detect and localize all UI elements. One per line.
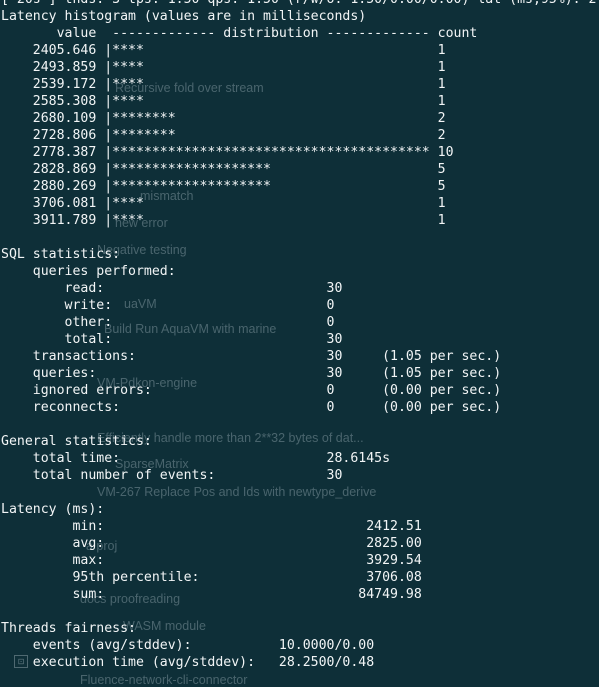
terminal-line: Latency histogram (values are in millise… <box>1 9 367 24</box>
terminal-line: 2880.269 |******************** 5 <box>1 179 446 194</box>
terminal-line: total: 30 <box>1 332 343 347</box>
terminal-line: 2405.646 |**** 1 <box>1 43 446 58</box>
terminal-line: ignored errors: 0 (0.00 per sec.) <box>1 383 502 398</box>
terminal-line: Latency (ms): <box>1 502 105 517</box>
terminal-line: SQL statistics: <box>1 247 121 262</box>
terminal-line: Threads fairness: <box>1 621 136 636</box>
terminal-line: 2728.806 |******** 2 <box>1 128 446 143</box>
terminal-line: 2585.308 |**** 1 <box>1 94 446 109</box>
terminal-line: total time: 28.6145s <box>1 451 391 466</box>
terminal-line: execution time (avg/stddev): 28.2500/0.4… <box>1 655 375 670</box>
terminal-line: other: 0 <box>1 315 335 330</box>
ghost-text: Fluence-network-cli-connector <box>80 673 248 687</box>
terminal-line: avg: 2825.00 <box>1 536 422 551</box>
ghost-text: VM-267 Replace Pos and Ids with newtype_… <box>97 485 377 499</box>
terminal-line: 95th percentile: 3706.08 <box>1 570 422 585</box>
terminal-line: 2828.869 |******************** 5 <box>1 162 446 177</box>
terminal-window[interactable]: ⊡ Recursive fold over stream mismatch new … <box>0 0 599 687</box>
terminal-line: reconnects: 0 (0.00 per sec.) <box>1 400 502 415</box>
terminal-line: max: 3929.54 <box>1 553 422 568</box>
terminal-line: 2493.859 |**** 1 <box>1 60 446 75</box>
terminal-line: read: 30 <box>1 281 343 296</box>
terminal-line: min: 2412.51 <box>1 519 422 534</box>
terminal-line: General statistics: <box>1 434 152 449</box>
terminal-line: total number of events: 30 <box>1 468 343 483</box>
terminal-line: queries: 30 (1.05 per sec.) <box>1 366 502 381</box>
terminal-line: 2778.387 |******************************… <box>1 145 454 160</box>
terminal-line: 3706.081 |**** 1 <box>1 196 446 211</box>
terminal-line: [ 20s ] thds: 3 tps: 1.50 qps: 1.50 (r/w… <box>1 0 596 8</box>
terminal-line: sum: 84749.98 <box>1 587 422 602</box>
terminal-line: 2539.172 |**** 1 <box>1 77 446 92</box>
terminal-line: 3911.789 |**** 1 <box>1 213 446 228</box>
terminal-line: 2680.109 |******** 2 <box>1 111 446 126</box>
terminal-line: value ------------- distribution -------… <box>1 26 478 41</box>
terminal-line: events (avg/stddev): 10.0000/0.00 <box>1 638 375 653</box>
terminal-line: queries performed: <box>1 264 176 279</box>
terminal-line: write: 0 <box>1 298 335 313</box>
terminal-line: transactions: 30 (1.05 per sec.) <box>1 349 502 364</box>
